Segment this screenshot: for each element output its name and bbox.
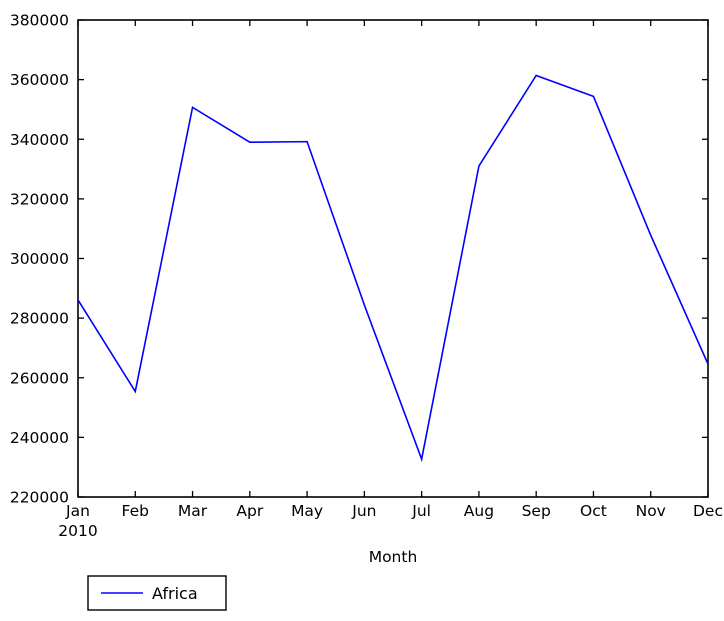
y-tick-label: 260000 <box>10 369 69 387</box>
x-tick-label: Aug <box>464 502 494 520</box>
y-tick-label: 380000 <box>10 12 69 30</box>
y-tick-label: 340000 <box>10 131 69 149</box>
x-tick-year-label: 2010 <box>58 522 97 540</box>
y-tick-label: 240000 <box>10 429 69 447</box>
x-axis-label: Month <box>369 548 418 566</box>
x-tick-label: Apr <box>236 502 263 520</box>
x-tick-label: Nov <box>636 502 666 520</box>
y-tick-label: 300000 <box>10 250 69 268</box>
x-tick-label: Jul <box>411 502 431 520</box>
line-chart: 220000 240000 260000 280000 300000 320000 3400… <box>10 12 723 611</box>
x-tick-label: Sep <box>522 502 551 520</box>
legend[interactable]: Africa <box>87 575 227 611</box>
plot-area-background <box>78 20 708 497</box>
x-tick-label: May <box>291 502 323 520</box>
x-tick-label: Oct <box>580 502 607 520</box>
chart-figure: 220000 240000 260000 280000 300000 320000 3400… <box>0 0 724 621</box>
x-tick-label: Jan <box>65 502 90 520</box>
legend-label-africa: Africa <box>152 584 198 603</box>
x-tick-label: Dec <box>693 502 723 520</box>
y-tick-label: 320000 <box>10 190 69 208</box>
y-tick-label: 360000 <box>10 71 69 89</box>
x-tick-label: Mar <box>178 502 208 520</box>
x-tick-label: Jun <box>351 502 376 520</box>
y-tick-label: 220000 <box>10 489 69 507</box>
y-tick-label: 280000 <box>10 310 69 328</box>
x-tick-label: Feb <box>122 502 149 520</box>
